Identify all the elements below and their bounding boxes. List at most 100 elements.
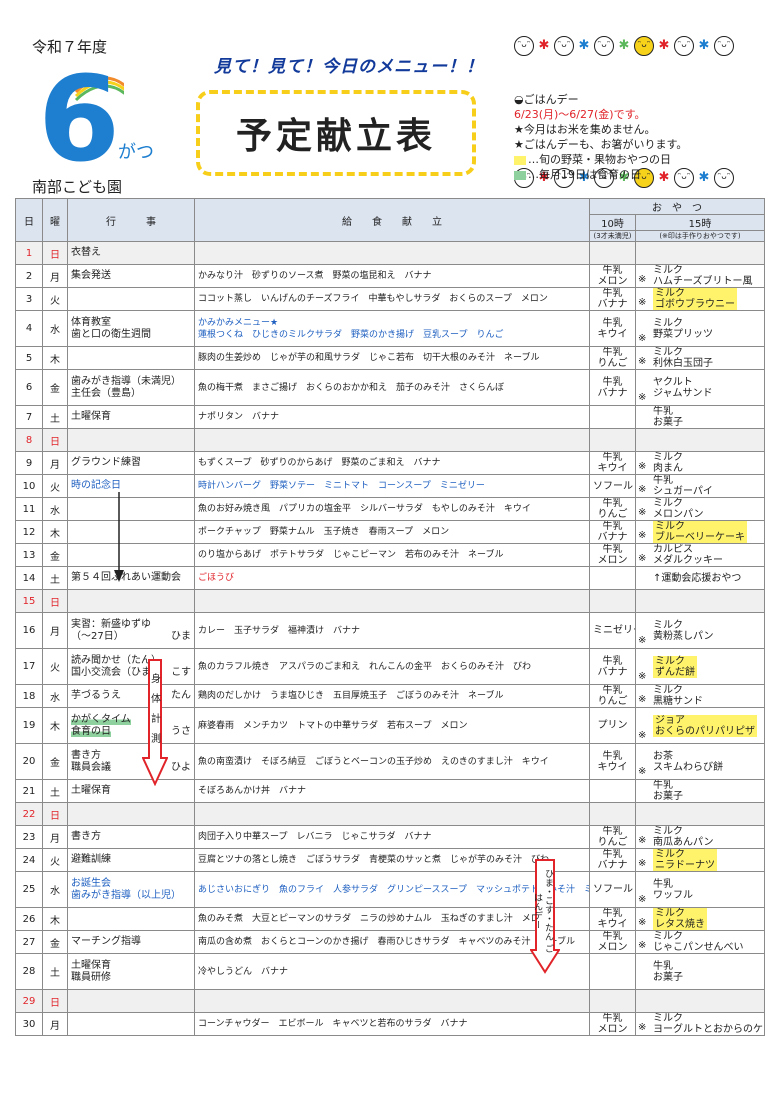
snack-15-cell: ※ ミルク メロンパン — [635, 497, 765, 521]
menu-cell: 時計ハンバーグ 野菜ソテー ミニトマト コーンスープ ミニゼリー — [194, 474, 590, 498]
snack-15-cell: ※ ミルク ブルーベリーケーキ — [635, 520, 765, 544]
event-cell — [67, 589, 195, 613]
event-cell: 第５４回ふれあい運動会 — [67, 566, 195, 590]
snack-15-text: ジョア おくらのパリパリピザ — [653, 714, 757, 737]
event-text: お誕生会 歯みがき指導（以上児） — [71, 877, 181, 901]
event-cell — [67, 989, 195, 1013]
table-row: 19 木かがくタイム 食育の日 うさ 麻婆春雨 メンチカツ トマトの中華サラダ 若布ス… — [15, 707, 765, 744]
snack-10-cell — [589, 428, 636, 452]
event-cell: 実習：新盛ゆずゆ （～27日） ひま — [67, 612, 195, 649]
snack-15-text: ミルク 黄粉蒸しパン — [653, 619, 714, 642]
event-text: 実習：新盛ゆずゆ （～27日） — [71, 618, 151, 642]
snack-15-text: 牛乳 ワッフル — [653, 878, 693, 901]
snack-15-cell: ※ カルピス メダルクッキー — [635, 543, 765, 567]
snack-10-cell: 牛乳 メロン — [589, 264, 636, 288]
handmade-mark: ※ — [638, 484, 647, 495]
snack-10-cell: 牛乳 キウイ — [589, 907, 636, 931]
day-cell: 3 — [15, 287, 43, 311]
event-text: 体育教室 歯と口の衛生週間 — [71, 316, 151, 340]
menu-rows: 1 日衣替え 2 月集会発送 かみなり汁 砂ずりのソース煮 野菜の塩昆和え バナナ 牛乳 … — [15, 241, 765, 1036]
side-label: 身体計測 — [151, 674, 161, 745]
event-text: 第５４回ふれあい運動会 — [71, 572, 181, 583]
menu-cell: 麻婆春雨 メンチカツ トマトの中華サラダ 若布スープ メロン — [194, 707, 590, 744]
menu-cell: かみなり汁 砂ずりのソース煮 野菜の塩昆和え バナナ — [194, 264, 590, 288]
day-cell: 29 — [15, 989, 43, 1013]
menu-cell: 魚のお好み焼き風 パプリカの塩金平 シルバーサラダ もやしのみそ汁 キウイ — [194, 497, 590, 521]
weekday-cell: 木 — [42, 907, 68, 931]
event-cell: 歯みがき指導（未満児） 主任会（豊島） — [67, 369, 195, 406]
weekday-cell: 木 — [42, 346, 68, 370]
table-row: 14 土第５４回ふれあい運動会 ごほうび ↑運動会応援おやつ — [15, 566, 765, 590]
snack-15-cell: ※ ジョア おくらのパリパリピザ — [635, 707, 765, 744]
table-row: 7 土土曜保育 ナポリタン バナナ 牛乳 お菓子 — [15, 405, 765, 429]
table-row: 26 木 魚のみそ煮 大豆とピーマンのサラダ ニラの炒めナムル 玉ねぎのすまし汁 メ… — [15, 907, 765, 931]
snack-15-cell: ※ ヤクルト ジャムサンド — [635, 369, 765, 406]
event-cell — [67, 346, 195, 370]
snack-15-text: ミルク 黒糖サンド — [653, 685, 703, 707]
menu-text: 肉団子入り中華スープ レバニラ じゃこサラダ バナナ — [198, 832, 432, 842]
snack-10-cell: 牛乳 バナナ — [589, 369, 636, 406]
day-cell: 8 — [15, 428, 43, 452]
yellow-swatch — [514, 155, 526, 165]
snack-15-text: ↑運動会応援おやつ — [653, 572, 742, 584]
menu-cell — [194, 589, 590, 613]
day-cell: 7 — [15, 405, 43, 429]
handmade-mark: ※ — [638, 461, 647, 472]
weekday-cell: 金 — [42, 930, 68, 954]
notes-block: ◒ごはんデー 6/23(月)～6/27(金)です。 ★今月はお米を集めません。 … — [514, 92, 687, 182]
menu-cell: 魚の梅干煮 まさご揚げ おくらのおかか和え 茄子のみそ汁 さくらんぼ — [194, 369, 590, 406]
menu-text: 麻婆春雨 メンチカツ トマトの中華サラダ 若布スープ メロン — [198, 720, 468, 731]
menu-cell: かみかみメニュー★ 蓮根つくね ひじきのミルクサラダ 野菜のかき揚げ 豆乳スープ… — [194, 310, 590, 347]
menu-cell: 魚の南蛮漬け そぼろ納豆 ごぼうとベーコンの玉子炒め えのきのすまし汁 キウイ — [194, 743, 590, 780]
weekday-cell: 火 — [42, 287, 68, 311]
weekday-cell: 水 — [42, 684, 68, 708]
snack-15-cell: ※ ミルク ずんだ餅 — [635, 648, 765, 685]
snack-15-cell — [635, 802, 765, 826]
snack-15-cell: ※ 牛乳 シュガーパイ — [635, 474, 765, 498]
handmade-mark: ※ — [638, 356, 647, 367]
table-row: 9 月グラウンド練習 もずくスープ 砂ずりのからあげ 野菜のごま和え バナナ 牛乳 キ… — [15, 451, 765, 475]
event-text: マーチング指導 — [71, 936, 141, 947]
day-cell: 20 — [15, 743, 43, 780]
event-text: かがくタイム 食育の日 — [71, 713, 131, 737]
event-cell: 書き方 — [67, 825, 195, 849]
handmade-mark: ※ — [638, 553, 647, 564]
table-row: 13 金 のり塩からあげ ポテトサラダ じゃこピーマン 若布のみそ汁 ネーブル 牛乳 … — [15, 543, 765, 567]
snack-15-text: ミルク 野菜プリッツ — [653, 317, 713, 340]
snack-10-cell — [589, 802, 636, 826]
event-cell: 体育教室 歯と口の衛生週間 — [67, 310, 195, 347]
rice-icon: ◒ — [514, 93, 524, 106]
menu-text: そぼろあんかけ丼 バナナ — [198, 786, 307, 796]
smile-icon: ᵔᴗᵔ — [674, 36, 694, 56]
snack-10-cell: 牛乳 キウイ — [589, 743, 636, 780]
snack-15-cell: ※ 牛乳 ワッフル — [635, 871, 765, 908]
event-cell — [67, 428, 195, 452]
snack-10-cell: プリン — [589, 707, 636, 744]
day-cell: 17 — [15, 648, 43, 685]
snack-10-cell: 牛乳 メロン — [589, 543, 636, 567]
snack-10-cell: ソフール — [589, 474, 636, 498]
col-weekday: 曜 — [42, 198, 68, 242]
menu-cell — [194, 428, 590, 452]
snack-15-cell — [635, 428, 765, 452]
snack-10-cell: 牛乳 キウイ — [589, 451, 636, 475]
weekday-cell: 土 — [42, 779, 68, 803]
menu-cell: 肉団子入り中華スープ レバニラ じゃこサラダ バナナ — [194, 825, 590, 849]
weekday-cell: 土 — [42, 405, 68, 429]
menu-cell: ココット蒸し いんげんのチーズフライ 中華もやしサラダ おくらのスープ メロン — [194, 287, 590, 311]
handmade-mark: ※ — [638, 894, 647, 905]
table-row: 28 土土曜保育 職員研修 冷やしうどん バナナ 牛乳 お菓子 — [15, 953, 765, 990]
day-cell: 13 — [15, 543, 43, 567]
weekday-cell: 水 — [42, 871, 68, 908]
snack-15-cell: ※ ミルク 野菜プリッツ — [635, 310, 765, 347]
event-cell — [67, 497, 195, 521]
menu-cell — [194, 802, 590, 826]
menu-cell: 豚肉の生姜炒め じゃが芋の和風サラダ じゃこ若布 切干大根のみそ汁 ネーブル — [194, 346, 590, 370]
snack-15-cell: ※ お茶 スキムわらび餅 — [635, 743, 765, 780]
snack-15-text: 牛乳 シュガーパイ — [653, 475, 713, 497]
handmade-mark: ※ — [638, 917, 647, 928]
day-cell: 23 — [15, 825, 43, 849]
menu-text: カレー 玉子サラダ 福神漬け バナナ — [198, 625, 361, 636]
menu-text: かみなり汁 砂ずりのソース煮 野菜の塩昆和え バナナ — [198, 271, 432, 281]
onigiri-icon: ᵔᴗᵔ — [714, 36, 734, 56]
